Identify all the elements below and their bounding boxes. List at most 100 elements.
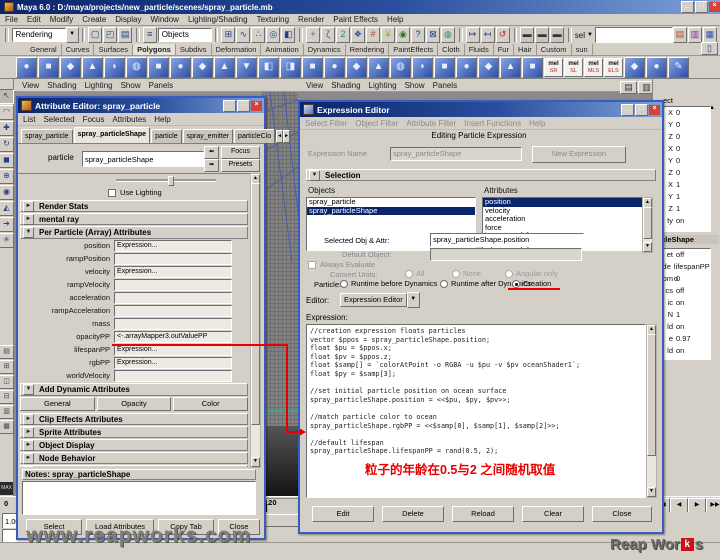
selection-mask-combo[interactable]: Objects [158, 28, 212, 42]
menu-item[interactable]: Selected [43, 115, 74, 124]
minimize-button[interactable]: _ [223, 100, 236, 112]
reload-button[interactable]: Reload [452, 506, 514, 522]
channel-value[interactable]: 0 [676, 155, 680, 167]
channel-row[interactable]: Z 0 [658, 167, 710, 179]
snap-curve-icon[interactable]: ∿ [236, 27, 250, 43]
node-tab[interactable]: spray_emitter [183, 129, 233, 143]
expand-arrow-icon[interactable]: ► [23, 466, 34, 468]
editor-combo[interactable]: Expression Editor ▼ [340, 293, 420, 307]
menu-item[interactable]: File [5, 15, 18, 24]
shelf-tool-icon[interactable]: ■ [434, 57, 455, 78]
runtime-before-option[interactable]: Runtime before Dynamics [340, 279, 437, 288]
tool-button[interactable]: ◼ [0, 153, 14, 168]
shelf-tool-icon[interactable]: ◗ [412, 57, 433, 78]
show-channel-box-icon[interactable]: ▦ [703, 27, 717, 43]
slider-handle[interactable] [168, 176, 174, 186]
menu-item[interactable]: Help [154, 115, 170, 124]
menu-item[interactable]: Select Filter [305, 119, 347, 128]
collapse-arrow-icon[interactable]: ▼ [23, 227, 34, 238]
close-button[interactable]: Close [592, 506, 652, 522]
shelf-tab[interactable]: Polygons [133, 44, 176, 55]
shelf-tool-icon[interactable]: ◆ [60, 57, 81, 78]
layout-button[interactable]: ▤ [0, 345, 14, 359]
mel-script-icon[interactable]: melSL [564, 58, 583, 77]
list-item[interactable]: acceleration [483, 215, 643, 224]
panel-menu-item[interactable]: Shading [331, 81, 360, 90]
shelf-tool-icon[interactable]: ■ [148, 57, 169, 78]
channel-value[interactable]: 0 [676, 107, 680, 119]
edit-button[interactable]: Edit [312, 506, 374, 522]
panel-menu-item[interactable]: Shading [47, 81, 76, 90]
lock-icon[interactable]: ⊠ [426, 27, 440, 43]
channel-value[interactable]: lifespanPP o [674, 261, 710, 273]
shelf-tool-icon[interactable]: ● [456, 57, 477, 78]
tool-button[interactable]: ↖ [0, 89, 14, 104]
help-icon[interactable]: ? [411, 27, 425, 43]
menu-item[interactable]: Attribute Filter [406, 119, 456, 128]
node-tab[interactable]: particle [151, 129, 182, 143]
shelf-tool-icon[interactable]: ■ [522, 57, 543, 78]
pp-attr-field[interactable] [114, 279, 232, 291]
menu-item[interactable]: Insert Functions [464, 119, 521, 128]
channel-value[interactable]: 1 [676, 179, 680, 191]
scroll-down-icon[interactable]: ▼ [647, 487, 656, 497]
channel-value[interactable]: 0 [676, 143, 680, 155]
snap-point-icon[interactable]: ∴ [251, 27, 265, 43]
mel-script-icon[interactable]: melSR [544, 58, 563, 77]
channel-value[interactable]: on [676, 321, 684, 333]
playback-button[interactable]: ◀ [670, 498, 688, 513]
attribute-editor-titlebar[interactable]: Attribute Editor: spray_particle _ □ × [18, 98, 264, 113]
selection-mode-icon[interactable]: ≡ [143, 27, 157, 43]
shelf-tool-icon[interactable]: ✎ [668, 57, 689, 78]
channel-value[interactable]: 1 [676, 203, 680, 215]
menu-item[interactable]: Create [82, 15, 106, 24]
section-header[interactable]: ► Extra Attributes [20, 465, 248, 467]
playback-button[interactable]: ▶ [688, 498, 706, 513]
shelf-tool-icon[interactable]: ◆ [478, 57, 499, 78]
yen-icon[interactable]: ¥ [381, 27, 395, 43]
menu-item[interactable]: Modify [50, 15, 74, 24]
trash-icon[interactable]: ▯ [701, 42, 718, 55]
collapse-arrow-icon[interactable]: ▼ [23, 384, 34, 395]
shelf-tab[interactable]: General [26, 44, 62, 55]
convert-units-option[interactable]: Angular only [505, 269, 558, 278]
panel-menu-item[interactable]: Lighting [85, 81, 113, 90]
tool-button[interactable]: ✚ [0, 121, 14, 136]
shelf-tool-icon[interactable]: ● [646, 57, 667, 78]
channel-row[interactable]: ld on [658, 345, 710, 357]
pp-attr-field[interactable] [114, 253, 232, 265]
shelf-tab[interactable]: Subdivs [176, 44, 212, 55]
expand-arrow-icon[interactable]: ► [23, 201, 34, 212]
shelf-tool-icon[interactable]: ◍ [390, 57, 411, 78]
channel-value[interactable]: 1 [676, 309, 680, 321]
menu-item[interactable]: Help [529, 119, 545, 128]
curve-tool-icon[interactable]: ζ [321, 27, 335, 43]
menu-item[interactable]: Help [387, 15, 403, 24]
notes-header[interactable]: Notes: spray_particleShape [22, 469, 256, 480]
diamond-icon[interactable]: ❖ [351, 27, 365, 43]
maximize-button[interactable]: □ [695, 1, 708, 13]
radio-icon[interactable] [340, 280, 348, 288]
convert-units-option[interactable]: All [405, 269, 424, 278]
radio-icon[interactable] [452, 270, 460, 278]
pp-attr-field[interactable] [114, 292, 232, 304]
add-dynamic-button[interactable]: Color [173, 397, 248, 411]
panel-menu-item[interactable]: Panels [433, 81, 457, 90]
two-icon[interactable]: 2 [336, 27, 350, 43]
expression-editor-titlebar[interactable]: Expression Editor _ □ × [300, 102, 662, 117]
panel-menu-item[interactable]: Panels [149, 81, 173, 90]
render-current-frame-icon[interactable]: ▬ [520, 27, 534, 43]
section-header[interactable]: ► Node Behavior [20, 452, 248, 464]
snap-view-icon[interactable]: ◎ [266, 27, 280, 43]
menu-item[interactable]: Display [115, 15, 141, 24]
menu-item[interactable]: Texturing [257, 15, 289, 24]
menuset-value[interactable]: Rendering [12, 28, 66, 42]
menu-item[interactable]: Paint Effects [333, 15, 378, 24]
tool-button[interactable]: ⊕ [0, 169, 14, 184]
menu-item[interactable]: Edit [27, 15, 41, 24]
shelf-tool-icon[interactable]: ◆ [192, 57, 213, 78]
section-header[interactable]: ► Render Stats [20, 200, 248, 212]
channel-row[interactable]: et off [658, 249, 710, 261]
pp-attr-field[interactable]: Expression... [114, 240, 232, 252]
menu-item[interactable]: Window [151, 15, 179, 24]
